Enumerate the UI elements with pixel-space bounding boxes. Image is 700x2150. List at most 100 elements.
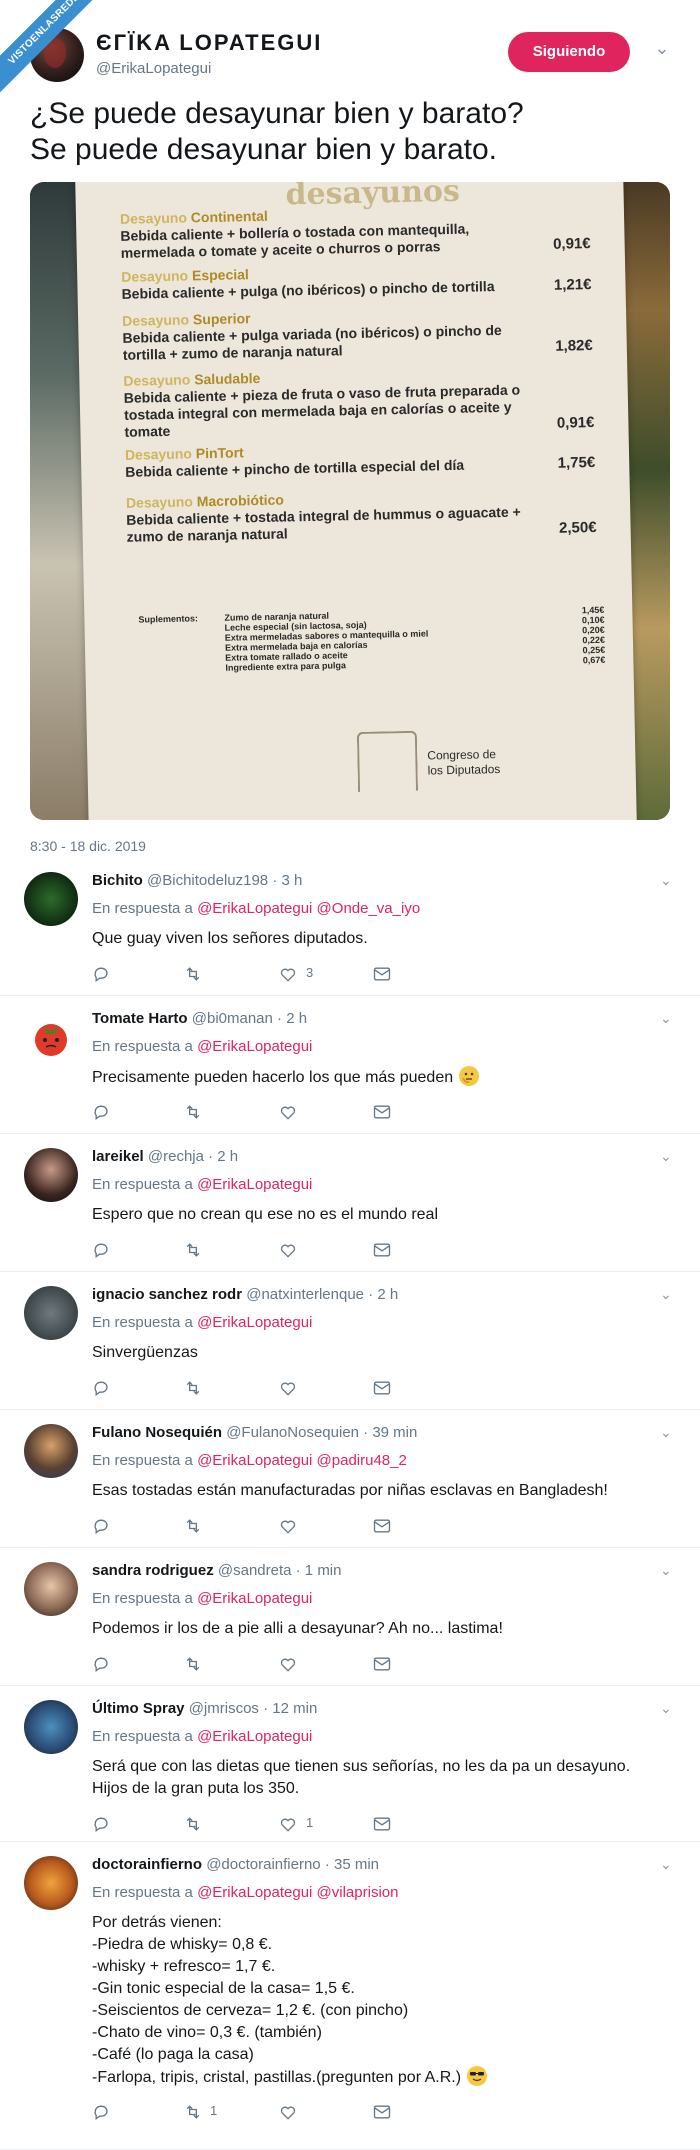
tweet-actions: 3 — [92, 962, 432, 986]
menu-item-title: Superior — [192, 310, 251, 328]
menu-photo[interactable]: desayunos Desayuno Continental Bebida cal… — [30, 182, 670, 820]
tweet-actions: 1 — [92, 2100, 432, 2124]
reply-text-line: Podemos ir los de a pie alli a desayunar… — [92, 1620, 503, 1637]
reply-author-name[interactable]: Bichito — [92, 872, 143, 889]
reply-author-name[interactable]: ignacio sanchez rodr — [92, 1286, 242, 1303]
following-button[interactable]: Siguiendo — [508, 32, 630, 72]
chevron-down-icon[interactable]: ⌄ — [660, 1700, 672, 1717]
in-reply-to-label: En respuesta a — [92, 1452, 193, 1469]
menu-item-title: PinTort — [195, 444, 244, 462]
avatar[interactable] — [24, 1562, 78, 1616]
avatar[interactable] — [24, 872, 78, 926]
chevron-down-icon[interactable]: ⌄ — [660, 1424, 672, 1441]
menu-item: Desayuno Continental Bebida caliente + bo… — [120, 201, 591, 262]
congreso-text: Congreso de los Diputados — [427, 747, 500, 779]
supplement-price: 0,22€ — [582, 634, 606, 646]
chevron-down-icon[interactable]: ⌄ — [660, 872, 672, 889]
reply-text-line: Precisamente pueden hacerlo los que más … — [92, 1066, 672, 1089]
menu-item: Desayuno Especial Bebida caliente + pulga… — [121, 259, 592, 303]
menu-item-description: Bebida caliente + pieza de fruta o vaso … — [123, 381, 521, 440]
chevron-down-icon[interactable]: ⌄ — [660, 1562, 672, 1579]
reply-author-name[interactable]: lareikel — [92, 1148, 144, 1165]
reply-author-name[interactable]: Fulano Nosequién — [92, 1424, 222, 1441]
reply-author-handle[interactable]: @doctorainfierno · 35 min — [206, 1856, 379, 1873]
like-count: 1 — [306, 1815, 314, 1830]
supplement-price: 0,67€ — [582, 654, 606, 666]
mention-link[interactable]: @ErikaLopategui @vilaprision — [197, 1884, 398, 1901]
reply-author-name[interactable]: Tomate Harto — [92, 1010, 188, 1027]
retweet-count: 1 — [210, 2103, 218, 2118]
avatar[interactable] — [24, 1700, 78, 1754]
reply-tweet[interactable]: Último Spray @jmriscos · 12 min ⌄ En respu… — [0, 1686, 700, 1842]
reply-author-handle[interactable]: @natxinterlenque · 2 h — [246, 1286, 398, 1303]
menu-card: desayunos Desayuno Continental Bebida cal… — [75, 182, 637, 820]
in-reply-to-label: En respuesta a — [92, 1038, 193, 1055]
avatar[interactable] — [24, 1148, 78, 1202]
tweet-actions — [92, 1376, 432, 1400]
user-handle[interactable]: @ErikaLopategui — [96, 60, 211, 77]
reply-author-handle[interactable]: @bi0manan · 2 h — [192, 1010, 307, 1027]
reply-author: Último Spray @jmriscos · 12 min — [92, 1700, 317, 1717]
mention-link[interactable]: @ErikaLopategui — [197, 1590, 312, 1607]
tweet-actions: 1 — [92, 1812, 432, 1836]
avatar[interactable] — [24, 1010, 78, 1064]
tweet-actions — [92, 1238, 432, 1262]
display-name[interactable]: ЄГÏKA LOPATEGUI — [96, 30, 322, 56]
mention-link[interactable]: @ErikaLopategui — [197, 1314, 312, 1331]
menu-item-title: Especial — [191, 266, 250, 284]
reply-tweet[interactable]: ignacio sanchez rodr @natxinterlenque · … — [0, 1272, 700, 1410]
reply-text: Sinvergüenzas — [92, 1342, 672, 1364]
mention-link[interactable]: @ErikaLopategui @Onde_va_iyo — [197, 900, 420, 917]
in-reply-to: En respuesta a @ErikaLopategui — [92, 1590, 312, 1607]
supplement-price: 0,10€ — [581, 614, 605, 626]
reply-author-handle[interactable]: @rechja · 2 h — [148, 1148, 238, 1165]
avatar[interactable] — [24, 1424, 78, 1478]
menu-item-price: 1,82€ — [555, 337, 593, 355]
reply-tweet[interactable]: Fulano Nosequién @FulanoNosequien · 39 m… — [0, 1410, 700, 1548]
in-reply-to: En respuesta a @ErikaLopategui @vilapris… — [92, 1884, 398, 1901]
reply-author: lareikel @rechja · 2 h — [92, 1148, 238, 1165]
mention-link[interactable]: @ErikaLopategui — [197, 1176, 312, 1193]
avatar[interactable] — [24, 1856, 78, 1910]
reply-tweet[interactable]: sandra rodriguez @sandreta · 1 min ⌄ En re… — [0, 1548, 700, 1686]
reply-tweet[interactable]: lareikel @rechja · 2 h ⌄ En respuesta a @E… — [0, 1134, 700, 1272]
chevron-down-icon[interactable]: ⌄ — [650, 38, 674, 62]
reply-tweet[interactable]: Bichito @Bichitodeluz198 · 3 h ⌄ En respue… — [0, 858, 700, 996]
tweet-line: Se puede desayunar bien y barato. — [30, 133, 498, 166]
in-reply-to: En respuesta a @ErikaLopategui @padiru48… — [92, 1452, 407, 1469]
reply-text: Será que con las dietas que tienen sus s… — [92, 1756, 672, 1800]
reply-author-name[interactable]: doctorainfierno — [92, 1856, 202, 1873]
in-reply-to-label: En respuesta a — [92, 1728, 193, 1745]
congreso-logo — [356, 730, 419, 793]
chevron-down-icon[interactable]: ⌄ — [660, 1010, 672, 1027]
reply-author: Tomate Harto @bi0manan · 2 h — [92, 1010, 307, 1027]
in-reply-to-label: En respuesta a — [92, 1176, 193, 1193]
chevron-down-icon[interactable]: ⌄ — [660, 1148, 672, 1165]
reply-author-name[interactable]: Último Spray — [92, 1700, 185, 1717]
chevron-down-icon[interactable]: ⌄ — [660, 1856, 672, 1873]
reply-author-handle[interactable]: @Bichitodeluz198 · 3 h — [147, 872, 302, 889]
reply-author: sandra rodriguez @sandreta · 1 min — [92, 1562, 342, 1579]
reply-tweet[interactable]: doctorainfierno @doctorainfierno · 35 mi… — [0, 1842, 700, 2150]
menu-item-prefix: Desayuno — [123, 371, 191, 389]
reply-text-line: Espero que no crean qu ese no es el mund… — [92, 1206, 439, 1223]
mention-link[interactable]: @ErikaLopategui — [197, 1038, 312, 1055]
menu-item-prefix: Desayuno — [125, 493, 194, 511]
reply-text-line: Hijos de la gran puta los 350. — [92, 1780, 300, 1797]
mention-link[interactable]: @ErikaLopategui — [197, 1728, 312, 1745]
reply-tweet[interactable]: Tomate Harto @bi0manan · 2 h ⌄ En respuest… — [0, 996, 700, 1134]
reply-author-handle[interactable]: @jmriscos · 12 min — [189, 1700, 318, 1717]
reply-author-name[interactable]: sandra rodriguez — [92, 1562, 214, 1579]
avatar[interactable] — [24, 1286, 78, 1340]
tweet-timestamp[interactable]: 8:30 - 18 dic. 2019 — [30, 838, 146, 854]
menu-item-price: 1,75€ — [557, 453, 596, 472]
menu-item-price: 1,21€ — [553, 276, 592, 294]
reply-text-line: -Seiscientos de cerveza= 1,2 €. (con pin… — [92, 2002, 409, 2019]
chevron-down-icon[interactable]: ⌄ — [660, 1286, 672, 1303]
reply-text-line: -Farlopa, tripis, cristal, pastillas.(pr… — [92, 2066, 672, 2089]
reply-author-handle[interactable]: @FulanoNosequien · 39 min — [226, 1424, 417, 1441]
reply-author-handle[interactable]: @sandreta · 1 min — [218, 1562, 342, 1579]
menu-item-title: Saludable — [194, 369, 261, 388]
mention-link[interactable]: @ErikaLopategui @padiru48_2 — [197, 1452, 407, 1469]
in-reply-to: En respuesta a @ErikaLopategui — [92, 1314, 312, 1331]
